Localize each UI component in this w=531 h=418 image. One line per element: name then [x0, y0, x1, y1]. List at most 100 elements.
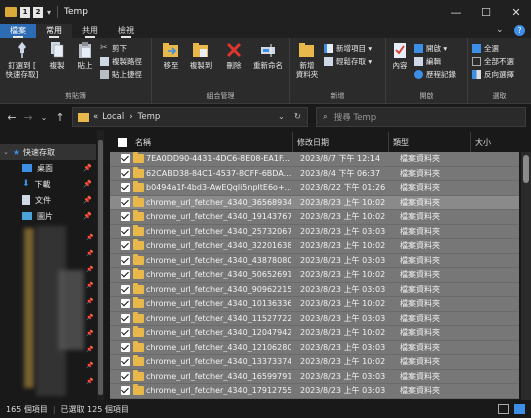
table-row[interactable]: chrome_url_fetcher_4340_191437671 2023/8/…	[110, 210, 519, 225]
address-bar[interactable]: « Local › Temp ⌄ ↻	[72, 107, 308, 127]
sidebar-item-documents[interactable]: 文件 📌	[0, 192, 96, 208]
select-all-checkbox[interactable]	[118, 137, 127, 147]
row-checkbox[interactable]	[121, 255, 130, 265]
paste-shortcut-button[interactable]: 貼上捷徑	[100, 68, 142, 80]
properties-button[interactable]: 內容	[388, 41, 412, 70]
select-all-button[interactable]: 全選	[472, 42, 499, 54]
paste-button[interactable]: 貼上	[72, 41, 98, 70]
table-row[interactable]: chrome_url_fetcher_4340_36568934 2023/8/2…	[110, 195, 519, 210]
ribbon-expand-icon[interactable]: ⌄	[496, 25, 504, 35]
pin-quick-access-button[interactable]: 釘選到 [ 快速存取]	[2, 41, 42, 79]
row-checkbox[interactable]	[121, 284, 130, 294]
pin-icon[interactable]: 📌	[83, 164, 92, 172]
select-none-label: 全部不選	[484, 56, 514, 66]
row-checkbox[interactable]	[121, 313, 130, 323]
row-checkbox[interactable]	[121, 299, 130, 309]
sidebar-item-desktop[interactable]: 桌面 📌	[0, 160, 96, 176]
back-arrow-icon[interactable]: ←	[4, 111, 20, 124]
address-overflow[interactable]: «	[93, 112, 98, 122]
new-folder-button[interactable]: 新增 資料夾	[292, 41, 322, 79]
invert-selection-button[interactable]: 反向選擇	[472, 68, 514, 80]
table-row[interactable]: chrome_url_fetcher_4340_257320677 2023/8/…	[110, 224, 519, 239]
sidebar-scroll-thumb[interactable]	[98, 140, 103, 395]
row-checkbox[interactable]	[121, 357, 130, 367]
row-checkbox[interactable]	[121, 371, 130, 381]
table-row[interactable]: chrome_url_fetcher_4340_12047942... 2023/…	[110, 326, 519, 341]
row-checkbox[interactable]	[121, 212, 130, 222]
row-checkbox[interactable]	[121, 270, 130, 280]
table-row[interactable]: chrome_url_fetcher_4340_17912755... 2023/…	[110, 384, 519, 399]
breadcrumb-local[interactable]: Local	[102, 112, 124, 122]
sidebar-item-downloads[interactable]: ⬇ 下載 📌	[0, 176, 96, 192]
list-scroll-thumb[interactable]	[523, 155, 529, 183]
pin-icon[interactable]: 📌	[83, 212, 92, 220]
redacted-folder-icons	[24, 228, 34, 388]
easy-access-button[interactable]: 輕鬆存取 ▾	[324, 55, 372, 67]
forward-arrow-icon[interactable]: →	[20, 111, 36, 124]
sidebar-scrollbar[interactable]	[97, 130, 104, 400]
row-checkbox[interactable]	[121, 386, 130, 396]
tab-share[interactable]: 共用 S	[72, 24, 108, 46]
help-icon[interactable]: ?	[514, 25, 525, 36]
select-none-button[interactable]: 全部不選	[472, 55, 514, 67]
list-scrollbar[interactable]	[521, 152, 531, 400]
row-checkbox[interactable]	[121, 168, 130, 178]
new-item-button[interactable]: 新增項目 ▾	[324, 42, 372, 54]
chevron-down-icon[interactable]: ⌄	[278, 112, 285, 122]
table-row[interactable]: chrome_url_fetcher_4340_11527722... 2023/…	[110, 311, 519, 326]
details-view-icon[interactable]	[498, 404, 509, 414]
table-row[interactable]: chrome_url_fetcher_4340_506526912 2023/8/…	[110, 268, 519, 283]
edit-button[interactable]: 編輯	[414, 55, 441, 67]
cut-button[interactable]: ✂ 剪下	[100, 42, 127, 54]
row-checkbox[interactable]	[121, 183, 130, 193]
refresh-icon[interactable]: ↻	[294, 112, 301, 122]
pin-icon[interactable]: 📌	[83, 196, 92, 204]
column-type[interactable]: 類型	[389, 132, 471, 152]
pin-icon[interactable]: 📌	[83, 180, 92, 188]
tab-view[interactable]: 檢視 V	[108, 24, 144, 46]
row-checkbox[interactable]	[121, 154, 130, 164]
close-button[interactable]: ✕	[501, 0, 531, 24]
table-row[interactable]: chrome_url_fetcher_4340_322016384 2023/8/…	[110, 239, 519, 254]
sidebar-item-quick-access[interactable]: ⌄ ★ 快速存取	[0, 144, 96, 160]
table-row[interactable]: chrome_url_fetcher_4340_438780807 2023/8/…	[110, 253, 519, 268]
maximize-button[interactable]: ☐	[471, 0, 501, 24]
delete-button[interactable]: 刪除	[222, 41, 246, 70]
search-box[interactable]: ⌕ 搜尋 Temp	[316, 107, 526, 127]
table-row[interactable]: chrome_url_fetcher_4340_13373374... 2023/…	[110, 355, 519, 370]
delete-icon	[226, 42, 242, 58]
table-row[interactable]: 7EA0DD90-4431-4DC6-8E08-EA1F... 2023/8/7 …	[110, 152, 519, 167]
rename-button[interactable]: 重新命名	[248, 41, 288, 70]
column-name[interactable]: 名稱	[110, 132, 293, 152]
minimize-button[interactable]: —	[441, 0, 471, 24]
copy-path-button[interactable]: 複製路徑	[100, 55, 142, 67]
table-row[interactable]: chrome_url_fetcher_4340_10136336... 2023/…	[110, 297, 519, 312]
recent-dropdown-icon[interactable]: ⌄	[36, 113, 52, 122]
table-row[interactable]: chrome_url_fetcher_4340_12106280... 2023/…	[110, 340, 519, 355]
easy-access-label: 輕鬆存取 ▾	[336, 56, 373, 66]
breadcrumb-temp[interactable]: Temp	[138, 112, 161, 122]
row-checkbox[interactable]	[121, 241, 130, 251]
tab-home[interactable]: 常用 H	[36, 24, 72, 46]
open-button[interactable]: 開啟 ▾	[414, 42, 447, 54]
column-size[interactable]: 大小	[471, 132, 531, 152]
table-row[interactable]: b0494a1f-4bd3-AwEQqli5npltE6o+... 2023/8/…	[110, 181, 519, 196]
row-checkbox[interactable]	[121, 197, 130, 207]
history-button[interactable]: 歷程記錄	[414, 68, 456, 80]
table-row[interactable]: 62CABD38-84C1-4537-8CFF-6BDA... 2023/8/4 …	[110, 166, 519, 181]
move-to-button[interactable]: 移至	[158, 41, 184, 70]
file-date: 2023/8/23 上午 10:02	[300, 212, 386, 222]
table-row[interactable]: chrome_url_fetcher_4340_909622154 2023/8/…	[110, 282, 519, 297]
table-row[interactable]: chrome_url_fetcher_4340_16599791... 2023/…	[110, 369, 519, 384]
copy-to-button[interactable]: 複製到	[188, 41, 214, 70]
column-modified[interactable]: 修改日期	[293, 132, 389, 152]
row-checkbox[interactable]	[121, 226, 130, 236]
row-checkbox[interactable]	[121, 328, 130, 338]
tab-file[interactable]: 檔案 F	[0, 24, 36, 46]
copy-button[interactable]: 複製	[44, 41, 70, 70]
sidebar-item-pictures[interactable]: 圖片 📌	[0, 208, 96, 224]
up-arrow-icon[interactable]: ↑	[52, 111, 68, 124]
large-icons-view-icon[interactable]	[514, 404, 525, 414]
dropdown-arrow-icon[interactable]: ▾	[47, 8, 51, 17]
row-checkbox[interactable]	[121, 342, 130, 352]
